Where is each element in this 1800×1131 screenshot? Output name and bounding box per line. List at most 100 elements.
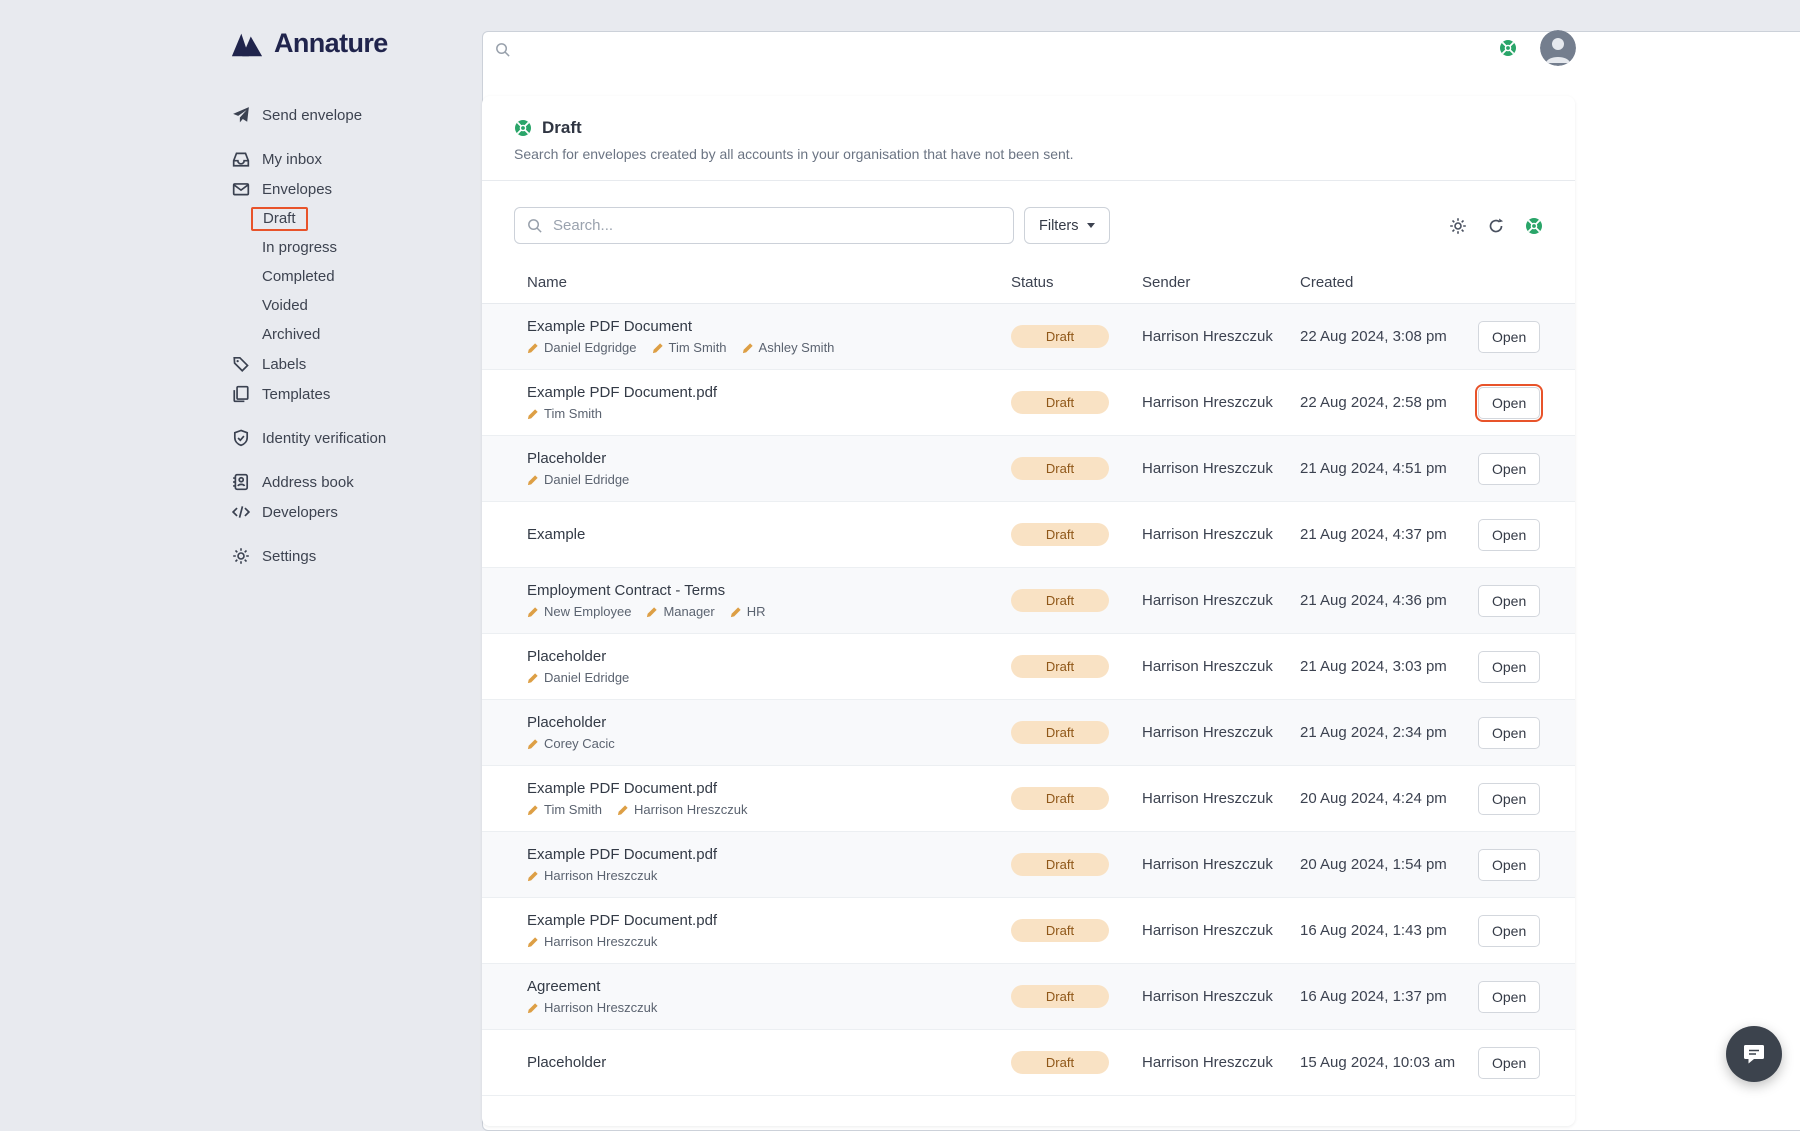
table-row[interactable]: Example PDF Document.pdf Harrison Hreszc…	[482, 832, 1575, 898]
sidebar-item-voided[interactable]: Voided	[232, 291, 467, 320]
signer-icon	[730, 606, 741, 617]
open-button[interactable]: Open	[1478, 848, 1541, 881]
table-settings-icon[interactable]	[1449, 217, 1467, 235]
signer-name: Harrison Hreszczuk	[544, 1000, 658, 1015]
envelope-name: Example PDF Document.pdf	[527, 912, 718, 929]
name-cell: Placeholder	[527, 1054, 1011, 1071]
sidebar-item-address-book[interactable]: Address book	[232, 467, 467, 497]
table-row[interactable]: Placeholder Daniel Edridge Draft Harriso…	[482, 634, 1575, 700]
created-cell: 21 Aug 2024, 4:51 pm	[1300, 460, 1447, 477]
page-subtitle: Search for envelopes created by all acco…	[514, 146, 1074, 162]
status-badge: Draft	[1011, 589, 1109, 612]
table-row[interactable]: Employment Contract - Terms New Employee…	[482, 568, 1575, 634]
signer-name: Corey Cacic	[544, 736, 615, 751]
envelope-name: Employment Contract - Terms	[527, 582, 726, 599]
signer-list: Tim Smith	[527, 406, 1011, 421]
table-row[interactable]: Placeholder Daniel Edridge Draft Harriso…	[482, 436, 1575, 502]
signer-name: Harrison Hreszczuk	[634, 802, 748, 817]
name-cell: Example PDF Document.pdf Tim Smith Harris…	[527, 780, 1011, 817]
sidebar-item-developers[interactable]: Developers	[232, 497, 467, 527]
signer-list: Corey Cacic	[527, 736, 1011, 751]
signer: Harrison Hreszczuk	[527, 1000, 657, 1015]
send-envelope-icon	[232, 106, 250, 124]
sender-cell: Harrison Hreszczuk	[1142, 856, 1273, 873]
sidebar-item-label: Send envelope	[262, 106, 363, 124]
sidebar-item-label: Developers	[262, 503, 338, 521]
action-cell: Open	[1478, 848, 1541, 881]
sidebar-item-archived[interactable]: Archived	[232, 320, 467, 349]
sender-cell: Harrison Hreszczuk	[1142, 1054, 1273, 1071]
status-cell: Draft	[1011, 985, 1142, 1008]
table-row[interactable]: Example PDF Document Daniel Edgridge Tim …	[482, 304, 1575, 370]
name-cell: Placeholder Daniel Edridge	[527, 450, 1011, 487]
name-cell: Example PDF Document.pdf Tim Smith	[527, 384, 1011, 421]
sidebar-item-envelopes[interactable]: Envelopes	[232, 174, 467, 204]
status-cell: Draft	[1011, 853, 1142, 876]
status-badge: Draft	[1011, 1051, 1109, 1074]
sidebar-item-draft[interactable]: Draft	[232, 204, 467, 233]
open-button[interactable]: Open	[1478, 452, 1541, 485]
signer: Manager	[646, 604, 715, 619]
open-button[interactable]: Open	[1478, 320, 1541, 353]
status-cell: Draft	[1011, 721, 1142, 744]
sidebar-item-templates[interactable]: Templates	[232, 379, 467, 409]
chat-launcher-button[interactable]	[1726, 1026, 1782, 1082]
sidebar-item-in-progress[interactable]: In progress	[232, 233, 467, 262]
sidebar-item-label: Address book	[262, 473, 354, 491]
app-logo[interactable]: Annature	[230, 28, 388, 59]
open-button[interactable]: Open	[1478, 1046, 1541, 1079]
open-button[interactable]: Open	[1474, 383, 1544, 422]
signer: Tim Smith	[527, 406, 602, 421]
draft-filter-icon[interactable]	[1525, 217, 1543, 235]
sidebar-item-completed[interactable]: Completed	[232, 262, 467, 291]
open-button[interactable]: Open	[1478, 782, 1541, 815]
column-header-name: Name	[527, 274, 568, 291]
table-row[interactable]: Agreement Harrison Hreszczuk Draft Harri…	[482, 964, 1575, 1030]
open-button[interactable]: Open	[1478, 716, 1541, 749]
action-cell: Open	[1478, 980, 1541, 1013]
created-cell: 21 Aug 2024, 4:36 pm	[1300, 592, 1447, 609]
user-avatar[interactable]	[1540, 30, 1576, 66]
table-row[interactable]: Example Draft Harrison Hreszczuk 21 Aug …	[482, 502, 1575, 568]
open-button[interactable]: Open	[1478, 584, 1541, 617]
table-header: Name Status Sender Created	[482, 262, 1575, 304]
created-cell: 21 Aug 2024, 4:37 pm	[1300, 526, 1447, 543]
open-button[interactable]: Open	[1478, 914, 1541, 947]
signer-name: Tim Smith	[544, 802, 603, 817]
table-row[interactable]: Example PDF Document.pdf Tim Smith Harris…	[482, 766, 1575, 832]
action-cell: Open	[1474, 383, 1544, 422]
open-button[interactable]: Open	[1478, 518, 1541, 551]
signer-icon	[527, 672, 538, 683]
name-cell: Example PDF Document.pdf Harrison Hreszc…	[527, 846, 1011, 883]
refresh-icon[interactable]	[1487, 217, 1505, 235]
table-row[interactable]: Example PDF Document.pdf Harrison Hreszc…	[482, 898, 1575, 964]
sender-cell: Harrison Hreszczuk	[1142, 592, 1273, 609]
sidebar-item-my-inbox[interactable]: My inbox	[232, 144, 467, 174]
signer-list: Tim Smith Harrison Hreszczuk	[527, 802, 1011, 817]
sidebar-item-label: Envelopes	[262, 180, 333, 198]
table-row[interactable]: Placeholder Corey Cacic Draft Harrison H…	[482, 700, 1575, 766]
signer: HR	[730, 604, 766, 619]
sidebar-item-labels[interactable]: Labels	[232, 349, 467, 379]
sidebar-item-send-envelope[interactable]: Send envelope	[232, 100, 467, 130]
table-row[interactable]: Placeholder Draft Harrison Hreszczuk 15 …	[482, 1030, 1575, 1096]
filters-button[interactable]: Filters	[1024, 207, 1111, 244]
table-row[interactable]: Example PDF Document.pdf Tim Smith Draft…	[482, 370, 1575, 436]
table-search-input[interactable]	[514, 207, 1014, 244]
open-button[interactable]: Open	[1478, 650, 1541, 683]
open-button[interactable]: Open	[1478, 980, 1541, 1013]
sidebar-item-label: Labels	[262, 355, 307, 373]
address-book-icon	[232, 473, 250, 491]
sidebar-item-settings[interactable]: Settings	[232, 541, 467, 571]
envelope-name: Agreement	[527, 978, 601, 995]
whats-new-icon[interactable]	[1499, 39, 1517, 57]
signer-icon	[527, 408, 538, 419]
signer-icon	[617, 804, 628, 815]
status-badge: Draft	[1011, 655, 1109, 678]
signer: Harrison Hreszczuk	[527, 934, 657, 949]
signer-icon	[652, 342, 663, 353]
status-cell: Draft	[1011, 523, 1142, 546]
action-cell: Open	[1478, 452, 1541, 485]
signer-name: Tim Smith	[544, 406, 603, 421]
sidebar-item-identity-verification[interactable]: Identity verification	[232, 423, 467, 453]
